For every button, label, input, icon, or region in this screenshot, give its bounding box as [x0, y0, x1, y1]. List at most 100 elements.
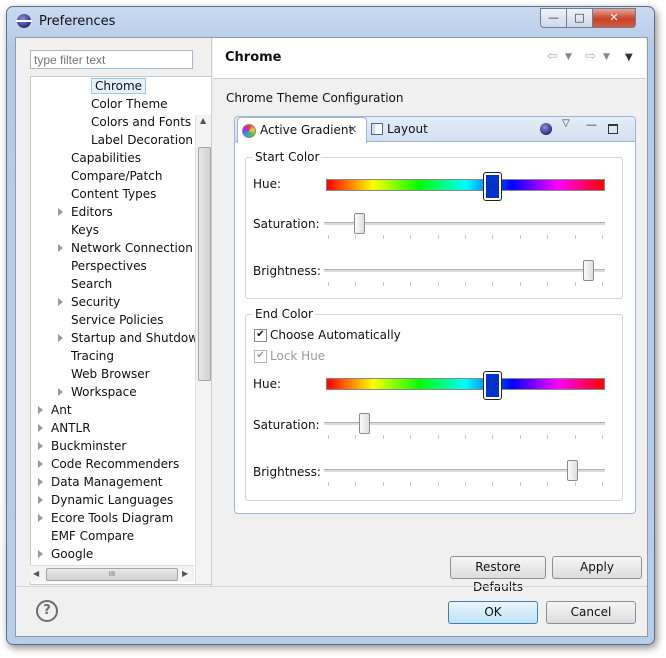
tree-item[interactable]: Startup and Shutdown: [58, 329, 206, 347]
expand-arrow-icon[interactable]: [38, 496, 43, 504]
expand-arrow-icon[interactable]: [38, 550, 43, 558]
expand-arrow-icon[interactable]: [38, 406, 43, 414]
tree-item-label: Web Browser: [71, 367, 150, 381]
minimize-view-icon[interactable]: —: [586, 118, 597, 131]
tree-item-label: Colors and Fonts: [91, 115, 192, 129]
apply-button[interactable]: Apply: [552, 556, 642, 579]
start-color-label: Start Color: [253, 150, 322, 164]
tree-horizontal-scrollbar[interactable]: ◀ III ▶: [30, 565, 194, 582]
slider-tick: [355, 435, 356, 439]
tree-item-label: Label Decoration: [91, 133, 194, 147]
view-menu-icon[interactable]: ▼: [625, 52, 633, 63]
lock-hue-checkbox[interactable]: ✔: [254, 350, 267, 363]
expand-arrow-icon[interactable]: [38, 514, 43, 522]
tree-item[interactable]: Label Decoration: [91, 131, 193, 149]
start-hue-thumb[interactable]: [483, 172, 503, 201]
start-hue-slider[interactable]: [326, 179, 605, 191]
view-menu-icon[interactable]: ▽: [562, 118, 570, 129]
choose-automatically-checkbox[interactable]: ✔: [254, 329, 267, 342]
maximize-button[interactable]: □: [566, 8, 593, 28]
tree-item[interactable]: Ecore Tools Diagram: [38, 509, 173, 527]
sash-divider[interactable]: [211, 38, 212, 586]
start-color-group: Start Color Hue: Saturation: Brightness:: [245, 150, 623, 299]
end-brightness-thumb[interactable]: [567, 460, 578, 481]
horizontal-scroll-thumb[interactable]: III: [46, 568, 178, 581]
tree-item[interactable]: Editors: [58, 203, 113, 221]
tree-item[interactable]: Data Management: [38, 473, 163, 491]
tree-item[interactable]: Workspace: [58, 383, 137, 401]
tab-active-gradient[interactable]: Active Gradient ✕: [237, 117, 367, 143]
tree-item[interactable]: Dynamic Languages: [38, 491, 173, 509]
scroll-right-icon[interactable]: ▶: [182, 569, 188, 578]
tree-item-label: Compare/Patch: [71, 169, 163, 183]
filter-input[interactable]: [30, 50, 193, 69]
tree-item[interactable]: Content Types: [71, 185, 156, 203]
end-color-group: End Color ✔ Choose Automatically ✔ Lock …: [245, 307, 623, 501]
tree-item[interactable]: Google: [38, 545, 93, 563]
tree-item[interactable]: Buckminster: [38, 437, 126, 455]
tree-item[interactable]: Keys: [71, 221, 99, 239]
tree-item[interactable]: Service Policies: [71, 311, 164, 329]
slider-tick: [520, 435, 521, 439]
end-hue-thumb[interactable]: [483, 371, 503, 400]
maximize-view-icon[interactable]: [608, 124, 618, 134]
slider-tick: [520, 282, 521, 286]
preference-tree: Chrome Color Theme Colors and Fonts Label D…: [30, 76, 212, 585]
start-brightness-thumb[interactable]: [583, 260, 595, 281]
tree-item[interactable]: Network Connection: [58, 239, 193, 257]
tree-item[interactable]: Web Browser: [71, 365, 150, 383]
slider-tick: [438, 235, 439, 239]
help-icon[interactable]: ?: [36, 600, 58, 622]
slider-tick: [602, 435, 603, 439]
title-bar[interactable]: Preferences — □ ✕: [7, 7, 654, 37]
tree-item[interactable]: Capabilities: [71, 149, 141, 167]
tree-item[interactable]: Colors and Fonts: [91, 113, 191, 131]
start-saturation-ticks: [328, 235, 603, 239]
expand-arrow-icon[interactable]: [58, 208, 63, 216]
back-menu-icon[interactable]: ▼: [565, 52, 572, 62]
tree-item[interactable]: Chrome: [91, 77, 147, 95]
tree-vertical-scrollbar[interactable]: ▲ ▼: [195, 115, 211, 584]
scroll-left-icon[interactable]: ◀: [33, 569, 39, 578]
forward-menu-icon[interactable]: ▼: [603, 52, 610, 62]
button-bar-separator: [16, 586, 647, 587]
vertical-scroll-thumb[interactable]: [198, 147, 211, 381]
tree-item[interactable]: Color Theme: [91, 95, 168, 113]
end-brightness-track[interactable]: [324, 469, 605, 472]
close-button[interactable]: ✕: [592, 8, 636, 28]
tree-item[interactable]: Compare/Patch: [71, 167, 162, 185]
tree-item[interactable]: EMF Compare: [51, 527, 134, 545]
tree-item[interactable]: Perspectives: [71, 257, 147, 275]
tree-item-label: Content Types: [71, 187, 157, 201]
start-brightness-track[interactable]: [324, 269, 605, 272]
expand-arrow-icon[interactable]: [38, 424, 43, 432]
slider-tick: [438, 435, 439, 439]
expand-arrow-icon[interactable]: [58, 334, 63, 342]
tree-item[interactable]: ANTLR: [38, 419, 91, 437]
expand-arrow-icon[interactable]: [58, 298, 63, 306]
tree-item[interactable]: Ant: [38, 401, 72, 419]
expand-arrow-icon[interactable]: [58, 388, 63, 396]
end-saturation-thumb[interactable]: [359, 413, 371, 434]
ok-button[interactable]: OK: [448, 601, 538, 624]
forward-arrow-icon[interactable]: ⇨: [585, 49, 596, 64]
tree-item[interactable]: Security: [58, 293, 120, 311]
tree-item[interactable]: Search: [71, 275, 112, 293]
expand-arrow-icon[interactable]: [38, 460, 43, 468]
back-arrow-icon[interactable]: ⇦: [547, 49, 558, 64]
minimize-button[interactable]: —: [540, 8, 567, 28]
end-hue-slider[interactable]: [326, 378, 605, 390]
expand-arrow-icon[interactable]: [38, 478, 43, 486]
tree-item[interactable]: Code Recommenders: [38, 455, 179, 473]
start-saturation-track[interactable]: [324, 222, 605, 225]
start-saturation-thumb[interactable]: [353, 213, 365, 234]
slider-tick: [492, 282, 493, 286]
expand-arrow-icon[interactable]: [38, 442, 43, 450]
tree-item[interactable]: Tracing: [71, 347, 114, 365]
tree-item-label: Perspectives: [71, 259, 147, 273]
scroll-up-icon[interactable]: ▲: [200, 116, 206, 125]
expand-arrow-icon[interactable]: [58, 244, 63, 252]
tab-close-icon[interactable]: ✕: [348, 118, 357, 142]
restore-defaults-button[interactable]: Restore Defaults: [450, 556, 546, 594]
cancel-button[interactable]: Cancel: [546, 601, 636, 624]
